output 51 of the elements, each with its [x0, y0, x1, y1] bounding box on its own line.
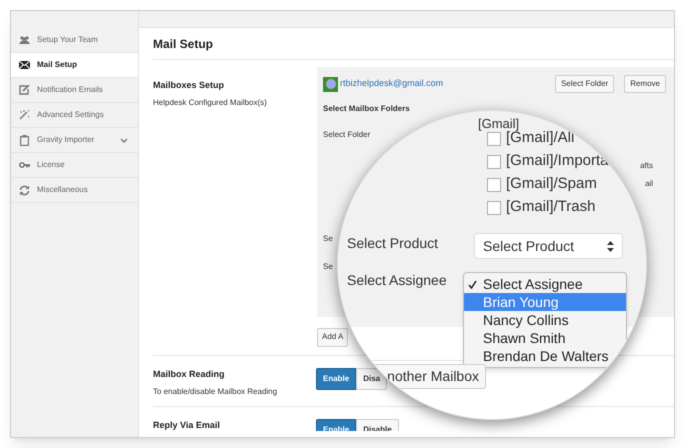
- checkbox[interactable]: [487, 132, 501, 146]
- folder-name: [Gmail]/Trash: [506, 197, 596, 218]
- email-link[interactable]: rtbizhelpdesk@gmail.com: [340, 77, 444, 91]
- folder-group-label: [Gmail]: [478, 117, 520, 131]
- checkbox[interactable]: [487, 178, 501, 192]
- toggle-option[interactable]: Enable: [316, 368, 356, 390]
- folders-heading: Select Mailbox Folders: [323, 103, 410, 115]
- envelope-icon: [18, 61, 30, 69]
- product-select[interactable]: Select Product: [474, 233, 623, 259]
- sidebar-item[interactable]: Notification Emails: [11, 78, 138, 103]
- sidebar-item[interactable]: Mail Setup: [11, 53, 138, 78]
- people-icon: [18, 36, 30, 44]
- setting-title: Reply Via Email: [153, 418, 220, 431]
- field-label: Select Folder: [323, 129, 370, 141]
- add-mailbox-button[interactable]: Add A: [317, 328, 348, 346]
- checkbox[interactable]: [487, 200, 501, 214]
- section-title: Mailboxes Setup: [153, 79, 226, 92]
- sidebar-item[interactable]: Gravity Importer: [11, 128, 138, 153]
- mailbox-action-button[interactable]: Remove: [624, 75, 666, 93]
- dropdown-option[interactable]: Select Assignee: [464, 275, 626, 293]
- sidebar-item[interactable]: Advanced Settings: [11, 103, 138, 128]
- folder-name: ail: [644, 178, 653, 190]
- section-description: Helpdesk Configured Mailbox(s): [153, 96, 268, 108]
- clipboard-icon: [20, 134, 28, 146]
- wand-icon: [18, 110, 30, 120]
- dropdown-option[interactable]: Shawn Smith: [464, 329, 626, 347]
- dropdown-option[interactable]: Brian Young: [464, 293, 626, 311]
- setting-description: To enable/disable Mailbox Reading: [153, 386, 278, 398]
- field-label: Se: [323, 233, 333, 245]
- sidebar-item[interactable]: License: [11, 153, 138, 178]
- field-label: Select Product: [347, 234, 438, 253]
- sidebar-item[interactable]: Miscellaneous: [11, 178, 138, 203]
- edit-icon: [18, 85, 30, 95]
- dropdown-option[interactable]: Nancy Collins: [464, 311, 626, 329]
- checkmark-icon: [468, 280, 477, 288]
- field-label: Select Assignee: [347, 271, 447, 290]
- folder-name: [Gmail]/Importa: [506, 151, 609, 172]
- toggle-option[interactable]: Disa: [356, 368, 388, 390]
- checkbox[interactable]: [487, 154, 501, 168]
- folder-name: [Gmail]/Spam: [506, 174, 597, 194]
- setting-title: Mailbox Reading: [153, 368, 225, 381]
- folder-name: afts: [640, 160, 653, 172]
- avatar-icon: [323, 76, 338, 92]
- page-title: Mail Setup: [153, 36, 214, 52]
- field-label: Se: [323, 261, 333, 273]
- mailbox-action-button[interactable]: Select Folder: [555, 75, 614, 93]
- chevron-down-icon: [120, 138, 128, 142]
- dropdown-option[interactable]: Brendan De Walters: [464, 347, 626, 365]
- refresh-icon: [18, 184, 30, 196]
- updown-caret-icon: [607, 240, 614, 252]
- key-icon: [18, 162, 30, 168]
